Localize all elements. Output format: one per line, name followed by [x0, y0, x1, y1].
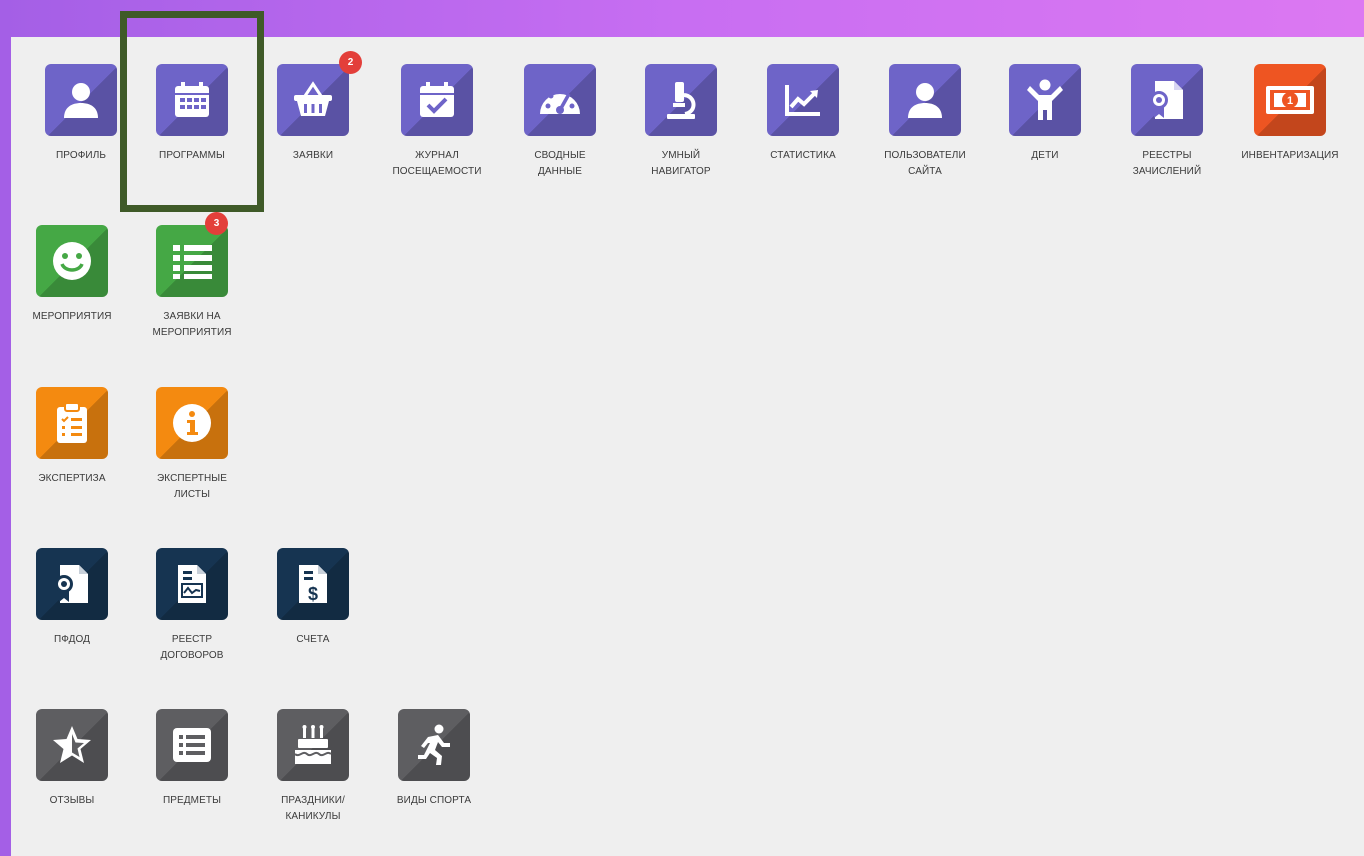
- svg-text:$: $: [308, 584, 318, 604]
- tile-label: ПРОФИЛЬ: [55, 150, 107, 161]
- tile-inventory[interactable]: 1 ИНВЕНТАРИЗАЦИЯ: [1229, 64, 1351, 164]
- tile-label: ПРАЗДНИКИ/КАНИКУЛЫ: [281, 795, 345, 822]
- birthday-cake-icon: [277, 709, 349, 781]
- tile-enrollment-registers[interactable]: РЕЕСТРЫ ЗАЧИСЛЕНИЙ: [1106, 64, 1228, 180]
- tile-label: ДЕТИ: [1031, 150, 1059, 161]
- tile-children[interactable]: ДЕТИ: [984, 64, 1106, 164]
- tile-label: СВОДНЫЕ ДАННЫЕ: [534, 150, 586, 177]
- svg-text:1: 1: [1287, 95, 1293, 107]
- tile-reviews[interactable]: ОТЗЫВЫ: [11, 709, 133, 809]
- basket-icon: [277, 64, 349, 136]
- tile-label: ОТЗЫВЫ: [49, 795, 95, 806]
- tile-label: РЕЕСТРЫ ЗАЧИСЛЕНИЙ: [1132, 150, 1202, 177]
- tile-navigator[interactable]: УМНЫЙ НАВИГАТОР: [620, 64, 742, 180]
- tile-label: РЕЕСТР ДОГОВОРОВ: [160, 634, 224, 661]
- certificate-document-icon: [1131, 64, 1203, 136]
- tile-label: ЗАЯВКИ НА МЕРОПРИЯТИЯ: [152, 311, 232, 338]
- tile-summary[interactable]: СВОДНЫЕ ДАННЫЕ: [499, 64, 621, 180]
- tile-invoices[interactable]: $ СЧЕТА: [252, 548, 374, 648]
- list-icon: [156, 225, 228, 297]
- tile-sports[interactable]: ВИДЫ СПОРТА: [373, 709, 495, 809]
- tile-label: ВИДЫ СПОРТА: [396, 795, 472, 806]
- smile-icon: [36, 225, 108, 297]
- tile-profile[interactable]: ПРОФИЛЬ: [20, 64, 142, 164]
- tile-events[interactable]: МЕРОПРИЯТИЯ: [11, 225, 133, 325]
- tile-label: ЭКСПЕРТИЗА: [38, 473, 106, 484]
- tile-label: СТАТИСТИКА: [770, 150, 836, 161]
- tile-attendance[interactable]: ЖУРНАЛ ПОСЕЩАЕМОСТИ: [376, 64, 498, 180]
- tile-holidays[interactable]: ПРАЗДНИКИ/КАНИКУЛЫ: [252, 709, 374, 825]
- tile-contracts-register[interactable]: РЕЕСТР ДОГОВОРОВ: [131, 548, 253, 664]
- calendar-icon: [156, 64, 228, 136]
- tile-applications[interactable]: 2 ЗАЯВКИ: [252, 51, 374, 164]
- tile-label: МЕРОПРИЯТИЯ: [32, 311, 112, 322]
- tile-label: ЖУРНАЛ ПОСЕЩАЕМОСТИ: [392, 150, 482, 177]
- tile-label: ПОЛЬЗОВАТЕЛИ САЙТА: [884, 150, 966, 177]
- tile-programs[interactable]: ПРОГРАММЫ: [131, 64, 253, 164]
- tile-label: ПФДОД: [53, 634, 91, 645]
- tile-statistics[interactable]: СТАТИСТИКА: [742, 64, 864, 164]
- user-icon: [45, 64, 117, 136]
- microscope-icon: [645, 64, 717, 136]
- info-icon: [156, 387, 228, 459]
- tile-event-applications[interactable]: 3 ЗАЯВКИ НА МЕРОПРИЯТИЯ: [131, 212, 253, 341]
- tile-label: ПРОГРАММЫ: [159, 150, 225, 161]
- notification-badge: 3: [205, 212, 228, 235]
- notification-badge: 2: [339, 51, 362, 74]
- tile-label: ЗАЯВКИ: [292, 150, 334, 161]
- clipboard-check-icon: [36, 387, 108, 459]
- list-box-icon: [156, 709, 228, 781]
- tile-label: СЧЕТА: [296, 634, 330, 645]
- contract-document-icon: [156, 548, 228, 620]
- user-icon: [889, 64, 961, 136]
- money-icon: 1: [1254, 64, 1326, 136]
- invoice-dollar-icon: $: [277, 548, 349, 620]
- running-icon: [398, 709, 470, 781]
- star-icon: [36, 709, 108, 781]
- certificate-document-icon: [36, 548, 108, 620]
- dashboard-panel: ПРОФИЛЬ ПРОГРАММЫ 2 ЗАЯВКИ ЖУРНАЛ ПОСЕЩА…: [11, 37, 1364, 856]
- calendar-check-icon: [401, 64, 473, 136]
- tile-site-users[interactable]: ПОЛЬЗОВАТЕЛИ САЙТА: [864, 64, 986, 180]
- tile-expert-sheets[interactable]: ЭКСПЕРТНЫЕ ЛИСТЫ: [131, 387, 253, 503]
- tile-label: ПРЕДМЕТЫ: [162, 795, 222, 806]
- tile-label: ЭКСПЕРТНЫЕ ЛИСТЫ: [156, 473, 228, 500]
- child-icon: [1009, 64, 1081, 136]
- speedometer-icon: [524, 64, 596, 136]
- tile-pfdod[interactable]: ПФДОД: [11, 548, 133, 648]
- line-chart-icon: [767, 64, 839, 136]
- tile-subjects[interactable]: ПРЕДМЕТЫ: [131, 709, 253, 809]
- tile-label: УМНЫЙ НАВИГАТОР: [651, 150, 711, 177]
- tile-label: ИНВЕНТАРИЗАЦИЯ: [1241, 150, 1339, 161]
- tile-expertise[interactable]: ЭКСПЕРТИЗА: [11, 387, 133, 487]
